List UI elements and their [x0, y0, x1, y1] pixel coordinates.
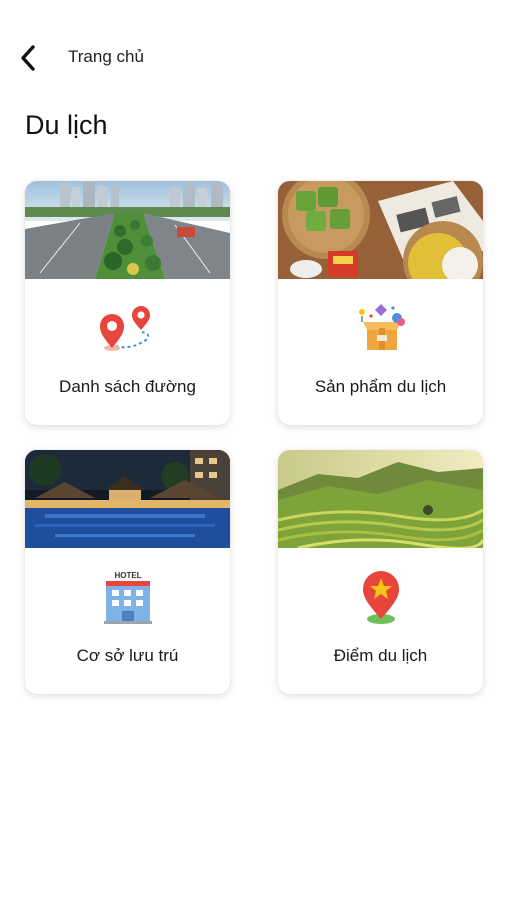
header: Trang chủ — [0, 0, 507, 110]
card-accommodation[interactable]: HOTEL Cơ sở lưu trú — [25, 450, 230, 694]
gift-box-icon — [358, 304, 405, 350]
hotel-sign-text: HOTEL — [114, 571, 141, 580]
card-label: Danh sách đường — [59, 377, 196, 396]
page-title: Du lịch — [25, 110, 108, 140]
chevron-left-icon — [21, 45, 35, 71]
back-button[interactable] — [18, 40, 58, 76]
card-tourism-products[interactable]: Sản phẩm du lịch — [278, 181, 483, 425]
hotel-icon: HOTEL — [103, 571, 152, 624]
card-tourist-destinations[interactable]: Điểm du lịch — [278, 450, 483, 694]
back-label[interactable]: Trang chủ — [68, 47, 144, 67]
city-boulevard-photo — [25, 181, 230, 279]
rice-terraces-photo — [278, 450, 483, 548]
star-location-pin-icon — [362, 571, 399, 624]
card-route-list[interactable]: Danh sách đường — [25, 181, 230, 425]
resort-pool-photo — [25, 450, 230, 548]
card-label: Điểm du lịch — [333, 646, 428, 665]
card-label: Cơ sở lưu trú — [76, 646, 179, 665]
local-food-photo — [278, 181, 483, 279]
route-pins-icon — [99, 306, 150, 351]
card-label: Sản phẩm du lịch — [314, 377, 447, 396]
